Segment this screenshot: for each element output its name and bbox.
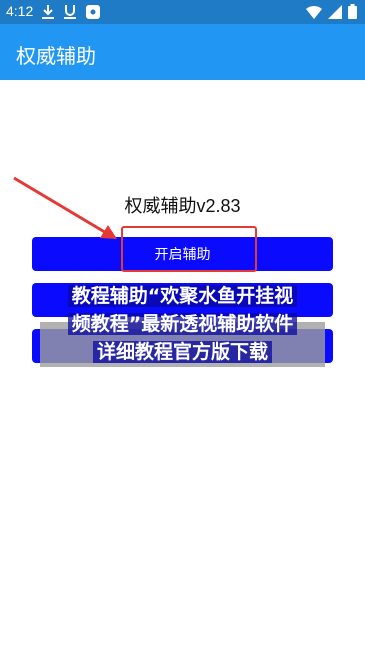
banner-line: 频教程”最新透视辅助软件 (67, 313, 298, 335)
banner-line: 教程辅助“欢聚水鱼开挂视 (67, 285, 298, 307)
promo-banner: 教程辅助“欢聚水鱼开挂视 频教程”最新透视辅助软件 详细教程官方版下载 (30, 282, 335, 366)
banner-line: 详细教程官方版下载 (92, 341, 272, 363)
